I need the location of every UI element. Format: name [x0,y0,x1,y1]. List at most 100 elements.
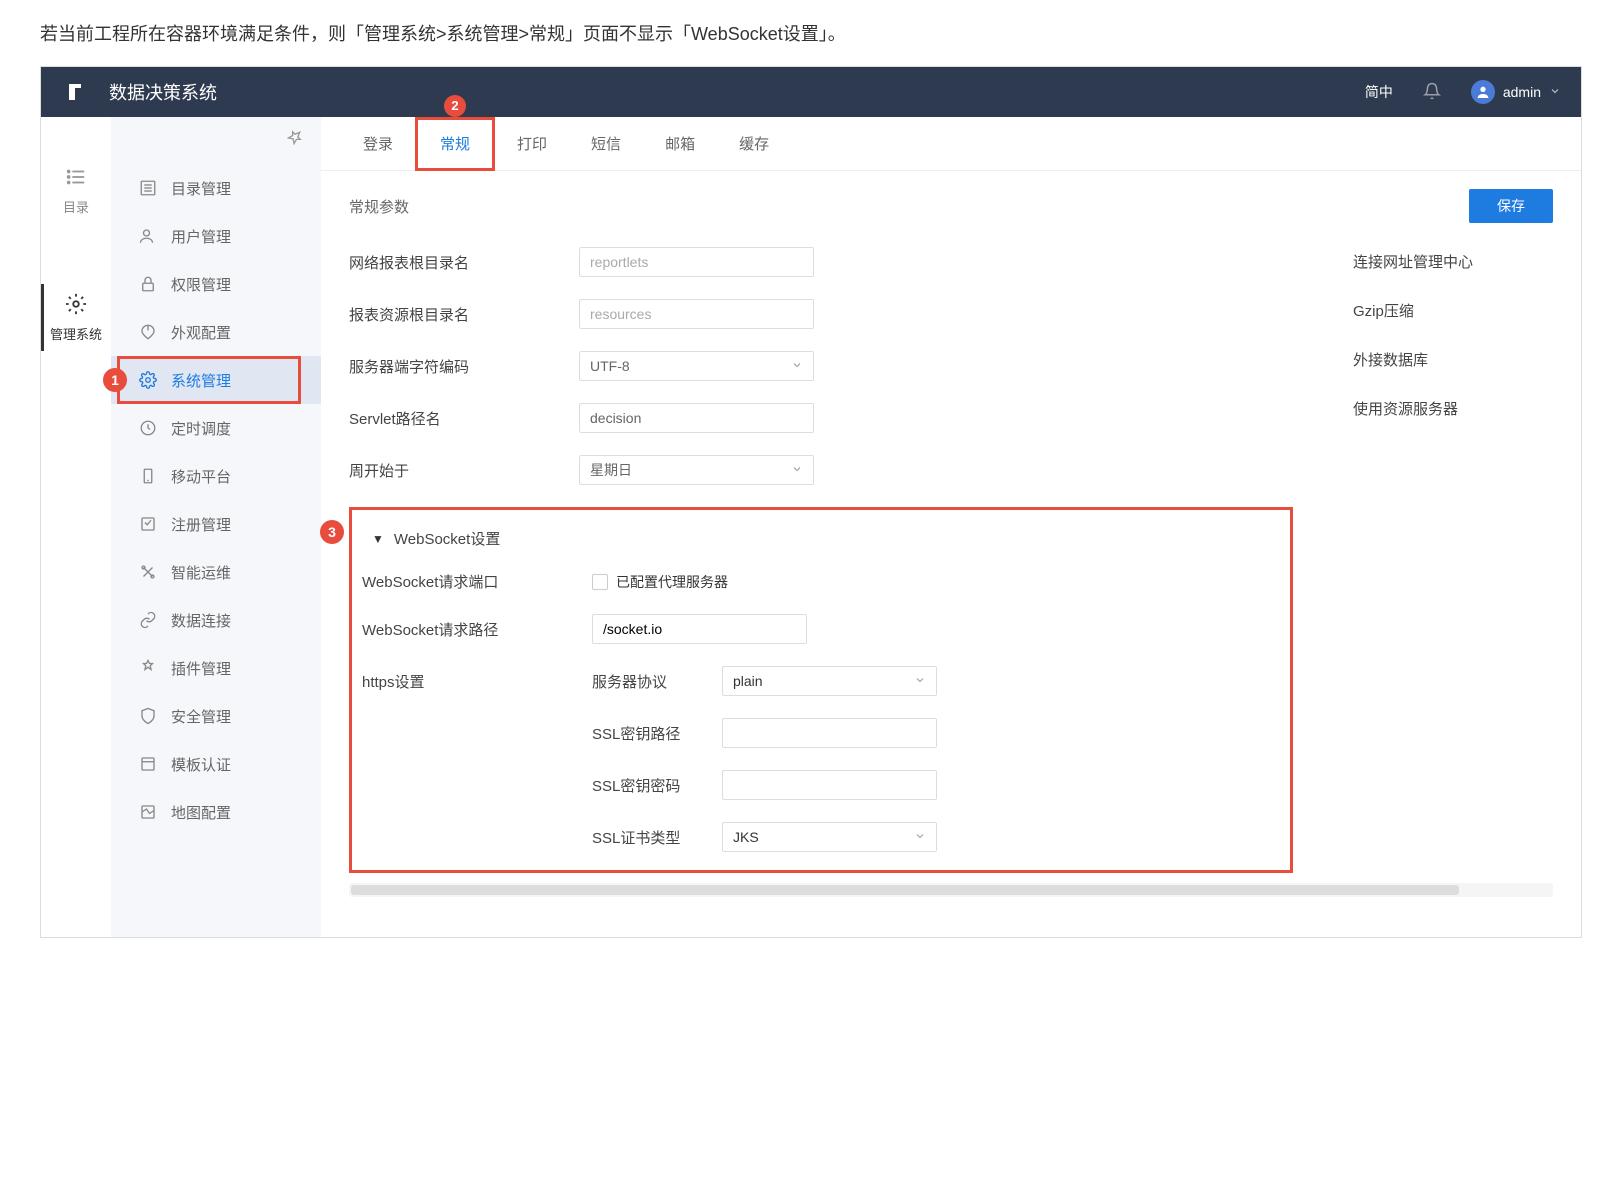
app-window: 数据决策系统 简中 admin 目录 [40,66,1582,938]
select-value: plain [733,673,763,689]
annotation-badge-3: 3 [320,520,344,544]
checkbox-proxy[interactable] [592,574,608,590]
list-icon [64,165,88,189]
input-servlet[interactable] [579,403,814,433]
select-value: JKS [733,829,759,845]
select-protocol[interactable]: plain [722,666,937,696]
horizontal-scrollbar[interactable] [349,883,1553,897]
map-icon [139,803,157,821]
ws-header[interactable]: ▼ WebSocket设置 [362,528,1270,549]
input-report-root[interactable] [579,247,814,277]
sidebar-item-permission-mgmt[interactable]: 权限管理 [111,260,321,308]
link-gzip[interactable]: Gzip压缩 [1353,300,1553,321]
label-ws-path: WebSocket请求路径 [362,619,592,640]
intro-text: 若当前工程所在容器环境满足条件，则「管理系统>系统管理>常规」页面不显示「Web… [0,0,1622,66]
language-selector[interactable]: 简中 [1365,82,1393,102]
sidebar-item-map[interactable]: 地图配置 [111,788,321,836]
gear-icon [64,292,88,316]
sidebar-item-directory-mgmt[interactable]: 目录管理 [111,164,321,212]
sidebar-item-register[interactable]: 注册管理 [111,500,321,548]
sidebar-item-mobile[interactable]: 移动平台 [111,452,321,500]
label-ssl-type: SSL证书类型 [592,827,722,848]
section-title: 常规参数 [349,196,409,217]
label-https: https设置 [362,671,592,692]
label-charset: 服务器端字符编码 [349,356,579,377]
sidebar-item-appearance[interactable]: 外观配置 [111,308,321,356]
nav-rail: 目录 管理系统 [41,117,111,937]
annotation-badge-2: 2 [444,95,466,117]
sidebar-label: 定时调度 [171,418,231,439]
select-week-start[interactable]: 星期日 [579,455,814,485]
folder-list-icon [139,179,157,197]
sidebar-label: 目录管理 [171,178,231,199]
section-header: 常规参数 保存 [321,171,1581,237]
label-ssl-pwd: SSL密钥密码 [592,775,722,796]
annotation-badge-1: 1 [103,368,127,392]
rail-item-directory[interactable]: 目录 [41,157,111,224]
input-resource-root[interactable] [579,299,814,329]
scrollbar-thumb[interactable] [351,885,1459,895]
select-value: UTF-8 [590,358,630,374]
input-ssl-pwd[interactable] [722,770,937,800]
label-ssl-path: SSL密钥路径 [592,723,722,744]
sidebar-label: 智能运维 [171,562,231,583]
link-connection-center[interactable]: 连接网址管理中心 [1353,251,1553,272]
rail-item-management[interactable]: 管理系统 [41,284,111,351]
select-ssl-type[interactable]: JKS [722,822,937,852]
settings-icon [139,371,157,389]
select-charset[interactable]: UTF-8 [579,351,814,381]
sidebar-label: 移动平台 [171,466,231,487]
plugin-icon [139,659,157,677]
topbar: 数据决策系统 简中 admin [41,67,1581,117]
sidebar-item-ops[interactable]: 智能运维 [111,548,321,596]
tab-sms[interactable]: 短信 [569,117,643,171]
bell-icon[interactable] [1423,82,1441,103]
pin-icon[interactable] [287,129,303,148]
input-ws-path[interactable] [592,614,807,644]
link-resource-server[interactable]: 使用资源服务器 [1353,398,1553,419]
sidebar: 目录管理 用户管理 权限管理 外观配置 系统管理 [111,117,321,937]
user-icon [139,227,157,245]
tabs-row: 登录 常规 2 打印 短信 邮箱 缓存 [321,117,1581,171]
appearance-icon [139,323,157,341]
tab-email[interactable]: 邮箱 [643,117,717,171]
sidebar-label: 用户管理 [171,226,231,247]
select-value: 星期日 [590,460,632,480]
mobile-icon [139,467,157,485]
link-icon [139,611,157,629]
template-icon [139,755,157,773]
tab-print[interactable]: 打印 [495,117,569,171]
input-ssl-path[interactable] [722,718,937,748]
tab-login[interactable]: 登录 [341,117,415,171]
sidebar-label: 数据连接 [171,610,231,631]
chevron-down-icon [914,673,926,689]
sidebar-item-user-mgmt[interactable]: 用户管理 [111,212,321,260]
caret-down-icon: ▼ [372,532,384,546]
tab-general[interactable]: 常规 [415,117,495,171]
websocket-settings-box: 3 ▼ WebSocket设置 WebSocket请求端口 已配置代理服务器 [349,507,1293,873]
sidebar-item-system-mgmt[interactable]: 系统管理 [111,356,321,404]
chevron-down-icon [1549,84,1561,100]
user-name: admin [1503,84,1541,100]
label-resource-root: 报表资源根目录名 [349,304,579,325]
sidebar-item-data-conn[interactable]: 数据连接 [111,596,321,644]
sidebar-item-plugin[interactable]: 插件管理 [111,644,321,692]
lock-icon [139,275,157,293]
app-logo-icon [61,78,89,106]
sidebar-item-security[interactable]: 安全管理 [111,692,321,740]
sidebar-item-template-auth[interactable]: 模板认证 [111,740,321,788]
save-button[interactable]: 保存 [1469,189,1553,223]
user-menu[interactable]: admin [1471,80,1561,104]
sidebar-label: 模板认证 [171,754,231,775]
sidebar-label: 插件管理 [171,658,231,679]
label-servlet: Servlet路径名 [349,408,579,429]
shield-icon [139,707,157,725]
ws-title: WebSocket设置 [394,528,500,549]
tab-cache[interactable]: 缓存 [717,117,791,171]
main-content: 登录 常规 2 打印 短信 邮箱 缓存 常规参数 保存 [321,117,1581,937]
link-external-db[interactable]: 外接数据库 [1353,349,1553,370]
label-week-start: 周开始于 [349,460,579,481]
chevron-down-icon [791,358,803,374]
sidebar-item-schedule[interactable]: 定时调度 [111,404,321,452]
app-title: 数据决策系统 [109,79,217,105]
